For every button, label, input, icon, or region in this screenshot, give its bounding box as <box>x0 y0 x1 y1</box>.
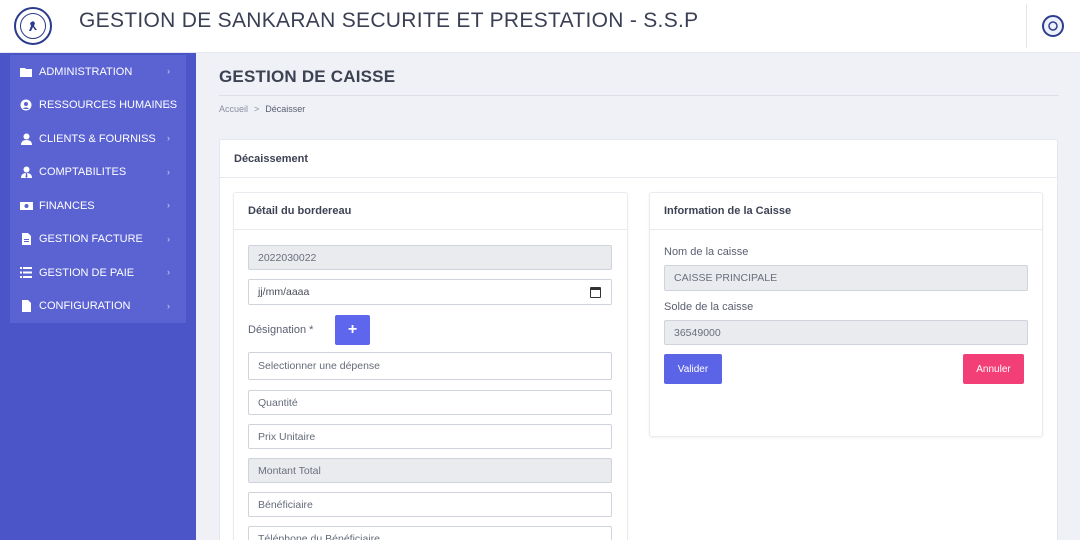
sidebar-item-label: ADMINISTRATION <box>39 65 133 78</box>
calendar-icon[interactable] <box>590 287 601 298</box>
chevron-right-icon: › <box>167 99 170 110</box>
annuler-button[interactable]: Annuler <box>963 354 1024 384</box>
quantite-input[interactable]: Quantité <box>248 390 612 415</box>
caisse-info-card: Information de la Caisse <box>649 192 1043 437</box>
sidebar-item-ressources-humaines[interactable]: RESSOURCES HUMAINES › <box>10 89 186 123</box>
page-title: GESTION DE CAISSE <box>219 67 396 86</box>
date-input[interactable]: jj/mm/aaaa <box>248 279 612 305</box>
app-title: GESTION DE SANKARAN SECURITE ET PRESTATI… <box>79 9 699 32</box>
sidebar-item-label: COMPTABILITES <box>39 166 127 179</box>
sidebar-item-label: CLIENTS & FOURNISS <box>39 132 156 145</box>
chevron-right-icon: › <box>167 166 170 177</box>
sidebar: ADMINISTRATION › RESSOURCES HUMAINES › C… <box>0 53 196 540</box>
prix-unitaire-input[interactable]: Prix Unitaire <box>248 424 612 449</box>
user-icon <box>19 133 33 145</box>
sidebar-item-clients-fourniss[interactable]: CLIENTS & FOURNISS › <box>10 122 186 156</box>
caisse-info-title: Information de la Caisse <box>650 193 1042 230</box>
chevron-right-icon: › <box>167 200 170 210</box>
beneficiaire-input[interactable]: Bénéficiaire <box>248 492 612 517</box>
sidebar-item-label: GESTION DE PAIE <box>39 266 135 279</box>
money-icon <box>19 200 33 212</box>
sidebar-item-label: CONFIGURATION <box>39 300 131 313</box>
card-title: Décaissement <box>220 140 1057 178</box>
title-divider <box>219 95 1059 96</box>
numero-field: 2022030022 <box>248 245 612 270</box>
sidebar-item-gestion-de-paie[interactable]: GESTION DE PAIE › <box>10 256 186 290</box>
solde-caisse-field: 36549000 <box>664 320 1028 345</box>
user-circle-icon <box>19 99 33 111</box>
chevron-right-icon: › <box>167 133 170 143</box>
sidebar-item-configuration[interactable]: CONFIGURATION › <box>10 290 186 324</box>
document-icon <box>19 300 33 313</box>
avatar-emblem-icon <box>1048 21 1058 31</box>
designation-label: Désignation * <box>248 324 314 336</box>
top-bar: GESTION DE SANKARAN SECURITE ET PRESTATI… <box>0 0 1080 53</box>
montant-total-field: Montant Total <box>248 458 612 483</box>
breadcrumb-home[interactable]: Accueil <box>219 104 248 114</box>
sidebar-item-label: RESSOURCES HUMAINES <box>39 99 178 112</box>
sidebar-item-comptabilites[interactable]: COMPTABILITES › <box>10 156 186 190</box>
chevron-right-icon: › <box>167 267 170 277</box>
breadcrumb-separator: > <box>254 104 260 114</box>
sidebar-menu: ADMINISTRATION › RESSOURCES HUMAINES › C… <box>10 55 186 323</box>
breadcrumb: Accueil > Décaisser <box>219 104 305 114</box>
nom-caisse-label: Nom de la caisse <box>664 246 749 258</box>
nom-caisse-field: CAISSE PRINCIPALE <box>664 265 1028 291</box>
add-designation-button[interactable]: + <box>335 315 370 345</box>
valider-button[interactable]: Valider <box>664 354 722 384</box>
sidebar-item-administration[interactable]: ADMINISTRATION › <box>10 55 186 89</box>
header-divider <box>1026 4 1027 48</box>
chevron-right-icon: › <box>167 66 170 76</box>
file-icon <box>19 233 33 246</box>
sidebar-item-gestion-facture[interactable]: GESTION FACTURE › <box>10 223 186 257</box>
user-tie-icon <box>19 166 33 179</box>
sidebar-item-finances[interactable]: FINANCES › <box>10 189 186 223</box>
chevron-right-icon: › <box>167 233 170 244</box>
company-logo[interactable] <box>14 7 52 45</box>
sidebar-item-label: GESTION FACTURE <box>39 233 143 246</box>
solde-caisse-label: Solde de la caisse <box>664 301 754 313</box>
breadcrumb-current: Décaisser <box>265 104 306 114</box>
date-placeholder: jj/mm/aaaa <box>258 286 310 298</box>
folder-icon <box>19 66 33 78</box>
kangaroo-icon <box>20 13 46 39</box>
telephone-input[interactable]: Téléphone du Bénéficiaire <box>248 526 612 540</box>
user-avatar[interactable] <box>1042 15 1064 37</box>
depense-select[interactable]: Selectionner une dépense <box>248 352 612 380</box>
sidebar-item-label: FINANCES <box>39 199 95 212</box>
bordereau-title: Détail du bordereau <box>234 193 627 230</box>
chevron-right-icon: › <box>167 300 170 311</box>
list-icon <box>19 267 33 279</box>
